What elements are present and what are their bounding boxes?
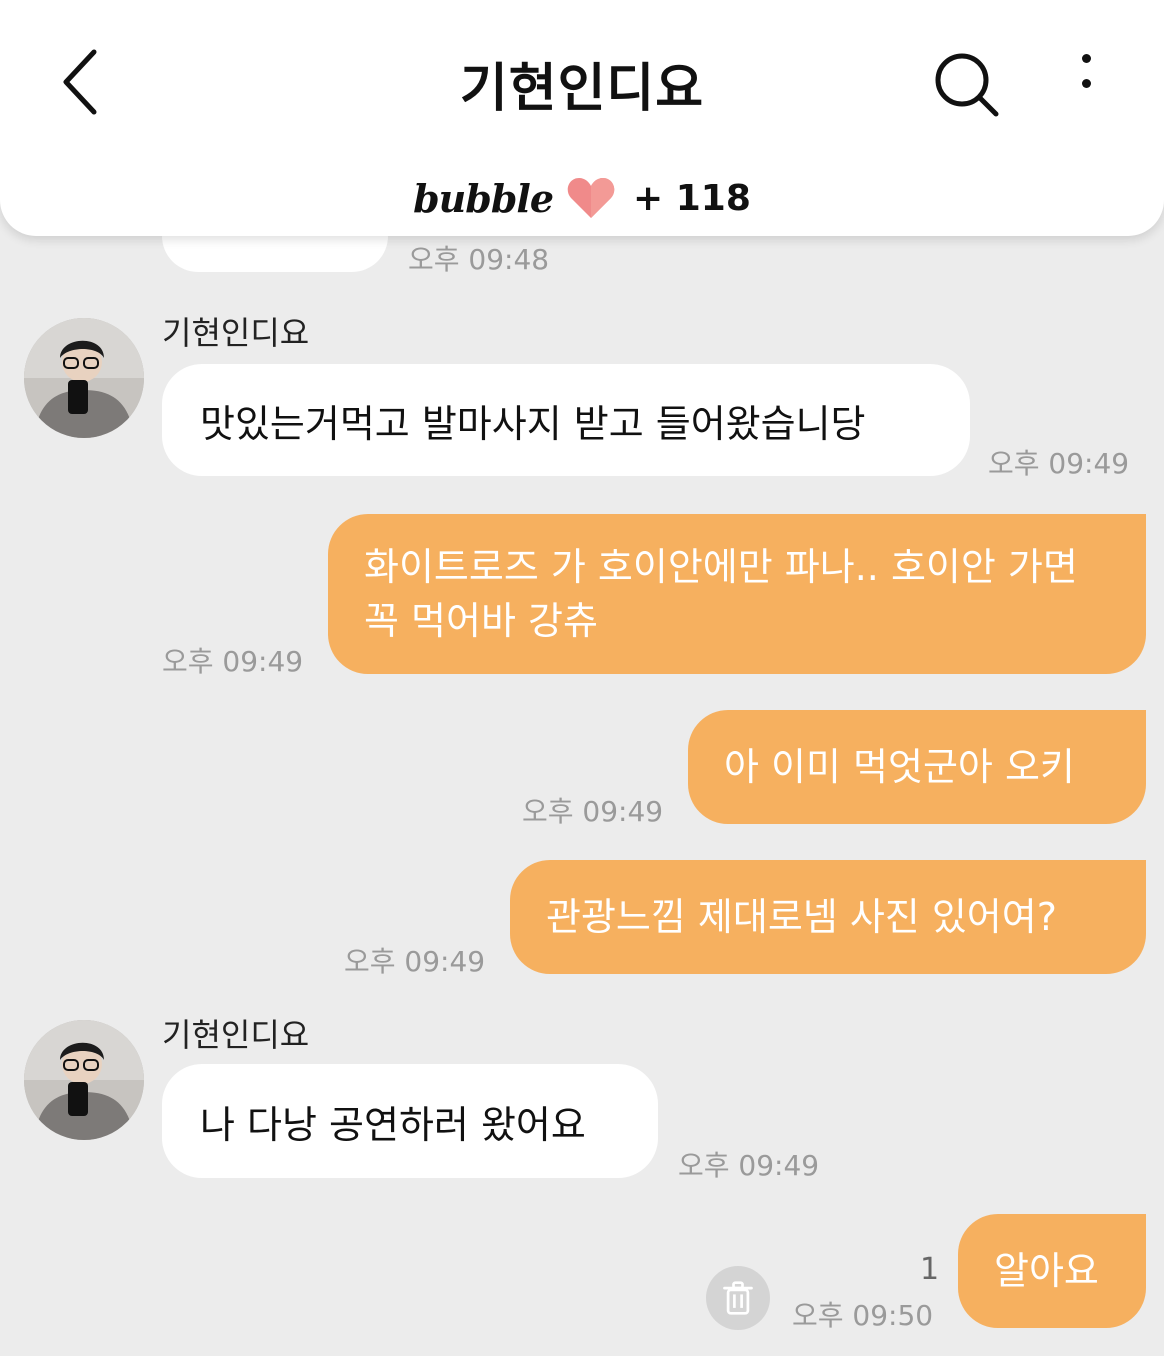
message-time: 오후 09:50 (792, 1299, 934, 1332)
message-bubble-incoming[interactable]: 맛있는거먹고 발마사지 받고 들어왔습니당 (162, 364, 970, 476)
avatar[interactable] (24, 318, 144, 438)
unread-count: 1 (920, 1252, 940, 1287)
sender-name: 기현인디요 (162, 314, 310, 352)
message-bubble-outgoing[interactable]: 알아요 (958, 1214, 1146, 1328)
delete-button[interactable] (706, 1266, 770, 1330)
sender-name: 기현인디요 (162, 1016, 310, 1054)
search-icon (935, 53, 999, 117)
message-time: 오후 09:49 (678, 1149, 820, 1182)
message-bubble-outgoing[interactable]: 아 이미 먹엇군아 오키 (688, 710, 1146, 824)
avatar[interactable] (24, 1020, 144, 1140)
trash-icon (723, 1281, 753, 1315)
message-bubble-outgoing[interactable]: 화이트로즈 가 호이안에만 파나.. 호이안 가면 꼭 먹어바 강츄 (328, 514, 1146, 674)
message-bubble-incoming[interactable]: 나 다낭 공연하러 왔어요 (162, 1064, 658, 1178)
more-vertical-icon[interactable] (1066, 54, 1106, 114)
heart-count: + 118 (633, 177, 751, 219)
heart-icon (567, 178, 615, 218)
message-time: 오후 09:48 (408, 243, 550, 276)
message-bubble-outgoing[interactable]: 관광느낌 제대로넴 사진 있어여? (510, 860, 1146, 974)
message-time: 오후 09:49 (522, 795, 664, 828)
search-button[interactable] (932, 50, 1002, 120)
message-time: 오후 09:49 (162, 645, 304, 678)
bubble-logo: bubble (413, 175, 554, 221)
chat-header: 기현인디요 bubble + 118 (0, 0, 1164, 236)
message-time: 오후 09:49 (344, 945, 486, 978)
bubble-heart-bar: bubble + 118 (0, 172, 1164, 224)
message-time: 오후 09:49 (988, 447, 1130, 480)
